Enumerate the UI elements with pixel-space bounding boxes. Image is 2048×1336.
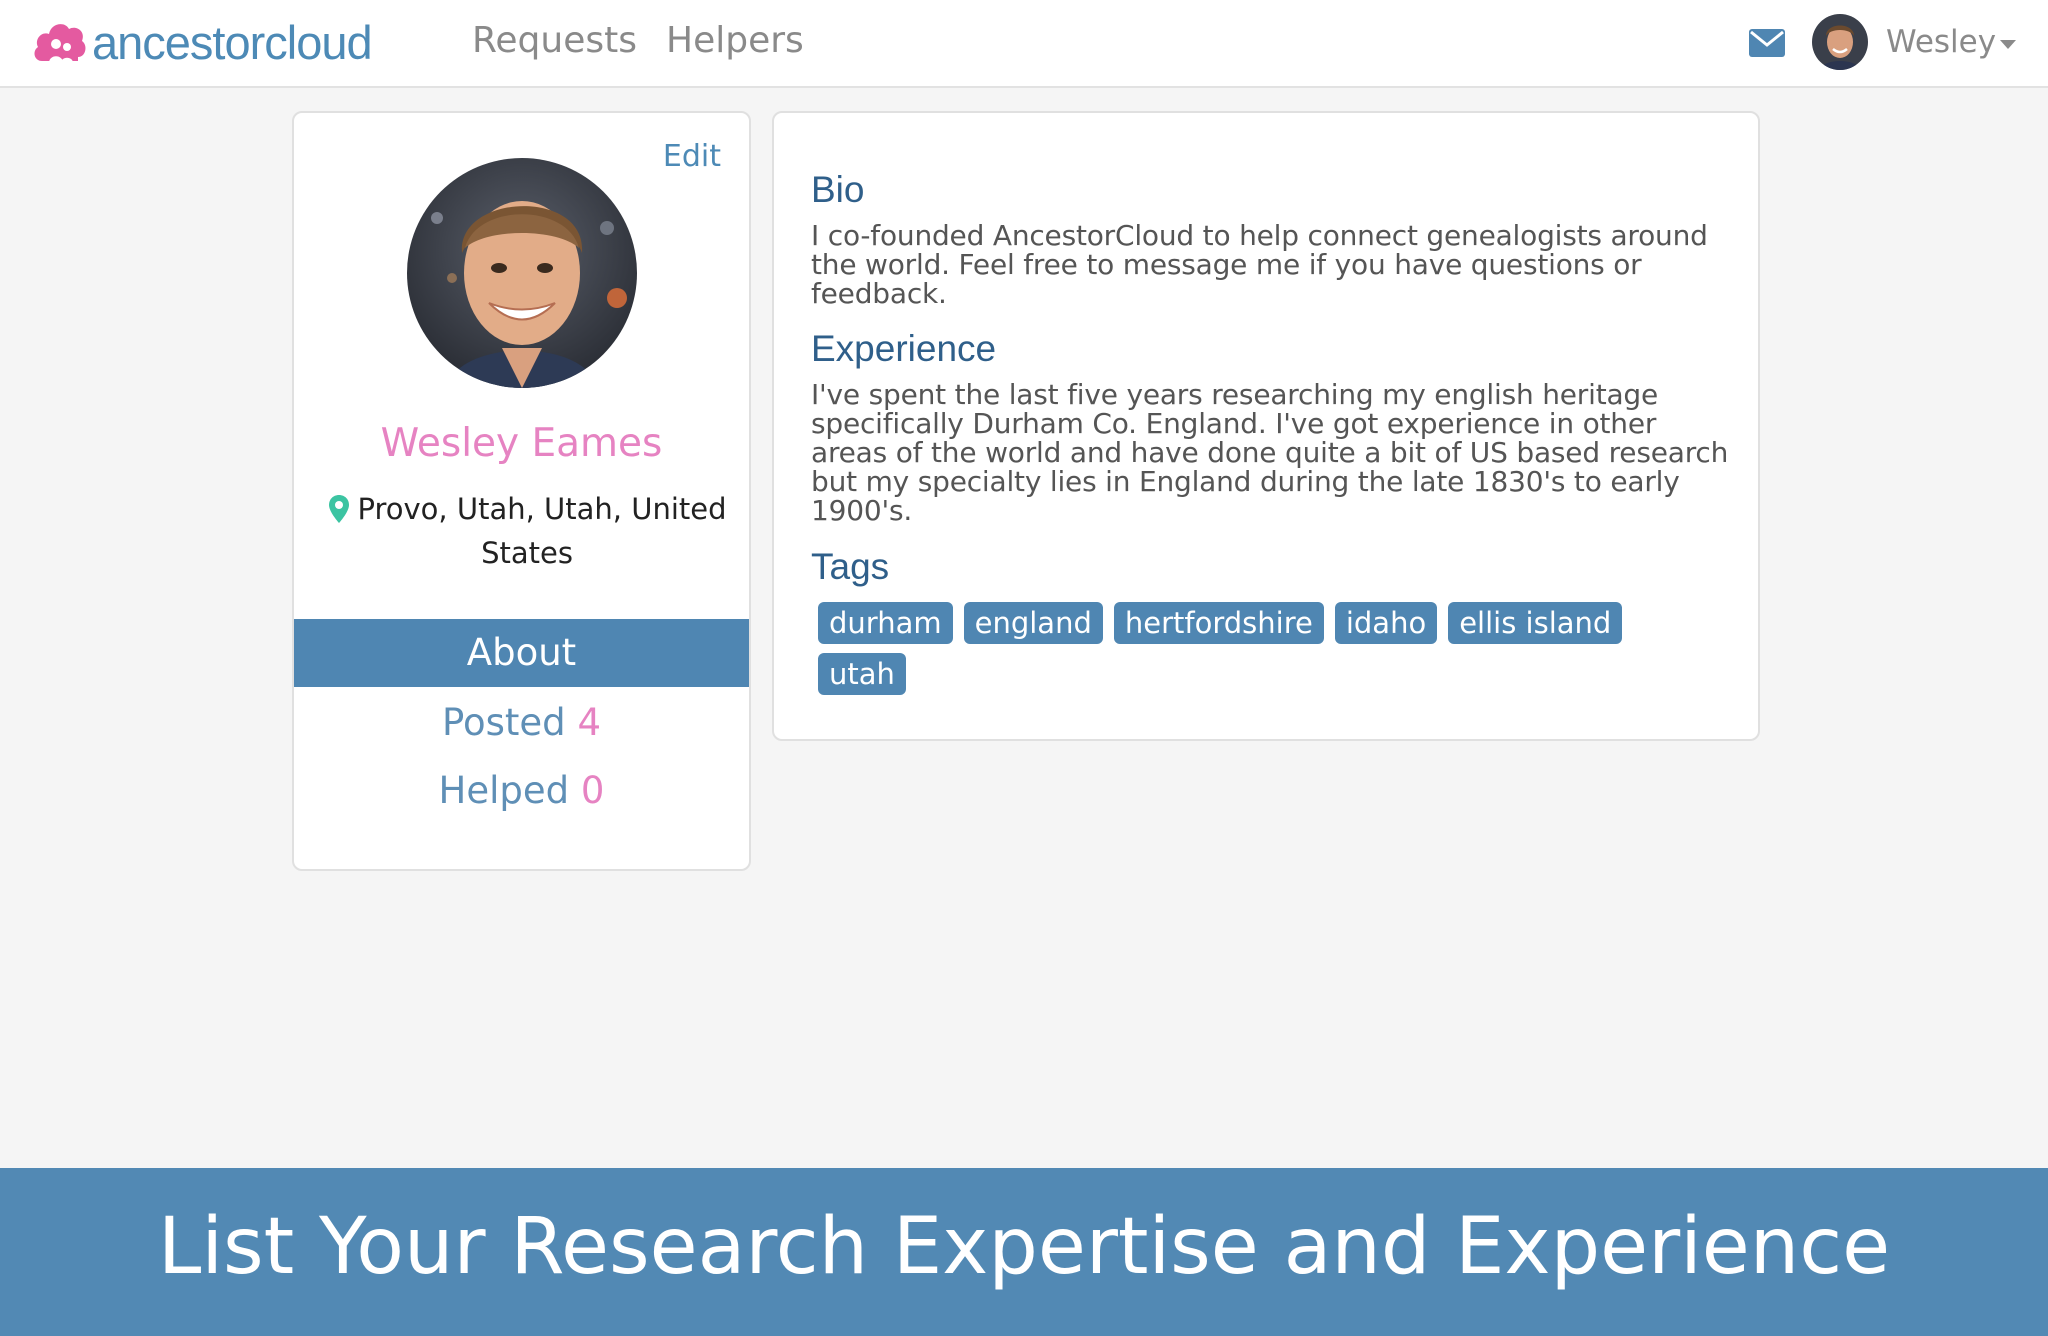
caption-banner: List Your Research Expertise and Experie… <box>0 1168 2048 1336</box>
tab-posted[interactable]: Posted 4 <box>294 701 749 744</box>
about-card: Bio I co-founded AncestorCloud to help c… <box>772 111 1760 741</box>
location-text: Provo, Utah, Utah, United States <box>357 492 727 570</box>
bio-heading: Bio <box>811 169 865 210</box>
user-avatar[interactable] <box>1812 14 1868 70</box>
top-navbar: ancestorcloud Requests Helpers Wesley <box>0 0 2048 88</box>
nav-requests[interactable]: Requests <box>472 20 637 61</box>
tab-helped-count: 0 <box>580 769 605 812</box>
tag-chip[interactable]: idaho <box>1334 602 1438 644</box>
mail-icon[interactable] <box>1748 27 1786 59</box>
profile-photo-image <box>407 158 637 388</box>
user-menu-name[interactable]: Wesley <box>1886 24 1996 60</box>
tab-posted-label: Posted <box>442 701 566 744</box>
edit-profile-link[interactable]: Edit <box>663 139 721 174</box>
tag-chip[interactable]: england <box>963 602 1103 644</box>
tab-helped[interactable]: Helped 0 <box>294 769 749 812</box>
logo[interactable]: ancestorcloud <box>32 15 373 69</box>
tag-chip[interactable]: ellis island <box>1448 602 1623 644</box>
map-pin-icon <box>328 495 349 523</box>
bio-text: I co-founded AncestorCloud to help conne… <box>811 219 1708 310</box>
tag-chip[interactable]: hertfordshire <box>1113 602 1324 644</box>
experience-heading: Experience <box>811 328 997 369</box>
tab-about[interactable]: About <box>294 619 749 687</box>
tag-chip[interactable]: durham <box>818 602 953 644</box>
tag-list: durham england hertfordshire idaho ellis isl… <box>818 602 1698 704</box>
profile-location: Provo, Utah, Utah, United States <box>322 487 732 575</box>
nav-helpers[interactable]: Helpers <box>666 20 804 61</box>
avatar-image <box>1812 14 1868 70</box>
experience-text: I've spent the last five years researchi… <box>811 378 1729 527</box>
profile-photo <box>407 158 637 388</box>
tab-posted-count: 4 <box>577 701 601 744</box>
cloud-family-logo-icon <box>34 24 86 63</box>
tag-chip[interactable]: utah <box>818 653 906 695</box>
tags-heading: Tags <box>811 546 890 587</box>
chevron-down-icon[interactable] <box>2000 40 2016 49</box>
tab-helped-label: Helped <box>438 769 570 812</box>
logo-text: ancestorcloud <box>92 15 373 69</box>
banner-caption: List Your Research Expertise and Experie… <box>157 1202 1891 1292</box>
profile-name: Wesley Eames <box>380 421 663 466</box>
profile-card: Edit Wesley Eames Provo, Utah, Utah, Uni… <box>292 111 751 871</box>
